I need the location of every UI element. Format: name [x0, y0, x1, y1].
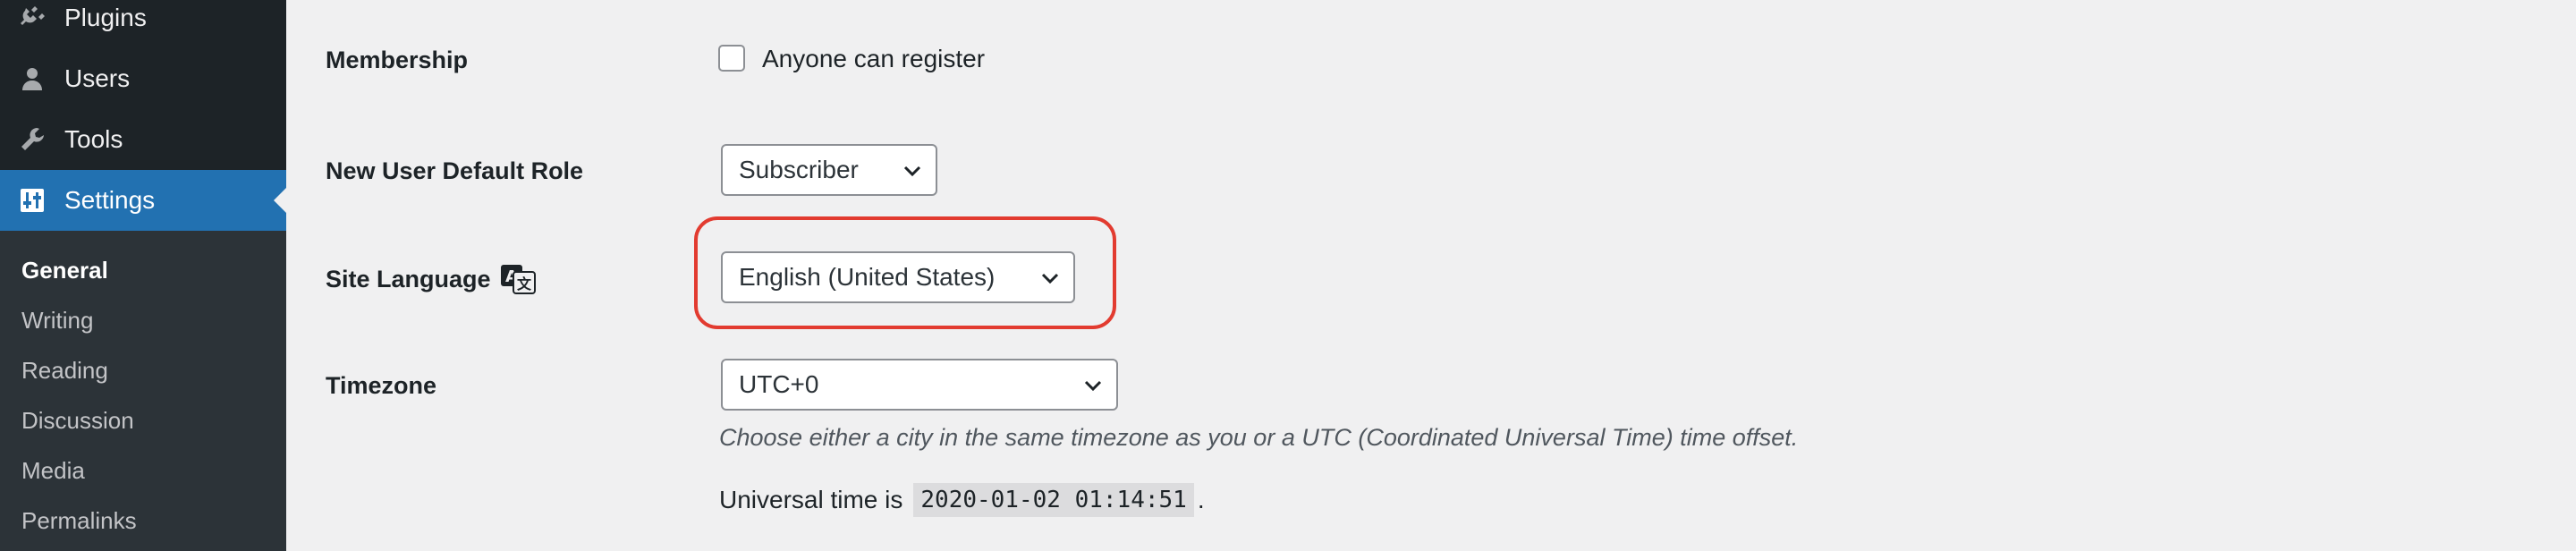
universal-time-suffix: . — [1197, 486, 1205, 513]
menu-item-tools[interactable]: Tools — [0, 109, 286, 170]
timezone-value: UTC+0 — [739, 370, 819, 398]
universal-time-line: Universal time is 2020-01-02 01:14:51 . — [719, 483, 1205, 517]
timezone-select[interactable]: UTC+0 — [721, 359, 1118, 411]
submenu-item-permalinks[interactable]: Permalinks — [21, 503, 137, 538]
plug-icon — [16, 2, 48, 34]
chevron-down-icon — [902, 159, 923, 181]
default-role-value: Subscriber — [739, 156, 859, 183]
menu-item-label: Plugins — [64, 4, 147, 31]
submenu-item-general[interactable]: General — [21, 252, 108, 288]
default-role-label: New User Default Role — [326, 157, 584, 184]
settings-sliders-icon — [16, 184, 48, 216]
site-language-label-row: Site Language A文 — [326, 264, 536, 294]
submenu-item-reading[interactable]: Reading — [21, 352, 108, 388]
submenu-item-media[interactable]: Media — [21, 453, 85, 488]
submenu-item-writing[interactable]: Writing — [21, 302, 93, 338]
menu-item-label: Tools — [64, 125, 123, 153]
submenu-item-discussion[interactable]: Discussion — [21, 403, 134, 438]
translation-icon: A文 — [500, 264, 536, 294]
menu-item-users[interactable]: Users — [0, 48, 286, 109]
universal-time-prefix: Universal time is — [719, 486, 903, 513]
settings-submenu: General Writing Reading Discussion Media… — [0, 231, 286, 551]
site-language-select[interactable]: English (United States) — [721, 251, 1075, 303]
timezone-label: Timezone — [326, 372, 437, 399]
chevron-down-icon — [1082, 374, 1104, 395]
default-role-select[interactable]: Subscriber — [721, 144, 937, 196]
menu-item-plugins[interactable]: Plugins — [0, 0, 286, 48]
menu-item-label: Users — [64, 64, 131, 92]
anyone-can-register-label[interactable]: Anyone can register — [762, 45, 985, 73]
wrench-icon — [16, 123, 48, 156]
timezone-description: Choose either a city in the same timezon… — [719, 424, 1799, 451]
chevron-down-icon — [1039, 267, 1061, 288]
user-icon — [16, 63, 48, 95]
svg-text:文: 文 — [517, 276, 532, 292]
menu-item-label: Settings — [64, 186, 156, 214]
anyone-can-register-checkbox[interactable] — [718, 45, 745, 72]
universal-time-value: 2020-01-02 01:14:51 — [913, 483, 1194, 517]
membership-label: Membership — [326, 47, 469, 73]
admin-sidebar: Plugins Users Tools Settings General Wri… — [0, 0, 286, 551]
site-language-label: Site Language — [326, 265, 491, 292]
site-language-value: English (United States) — [739, 263, 996, 291]
menu-item-settings[interactable]: Settings — [0, 170, 286, 231]
